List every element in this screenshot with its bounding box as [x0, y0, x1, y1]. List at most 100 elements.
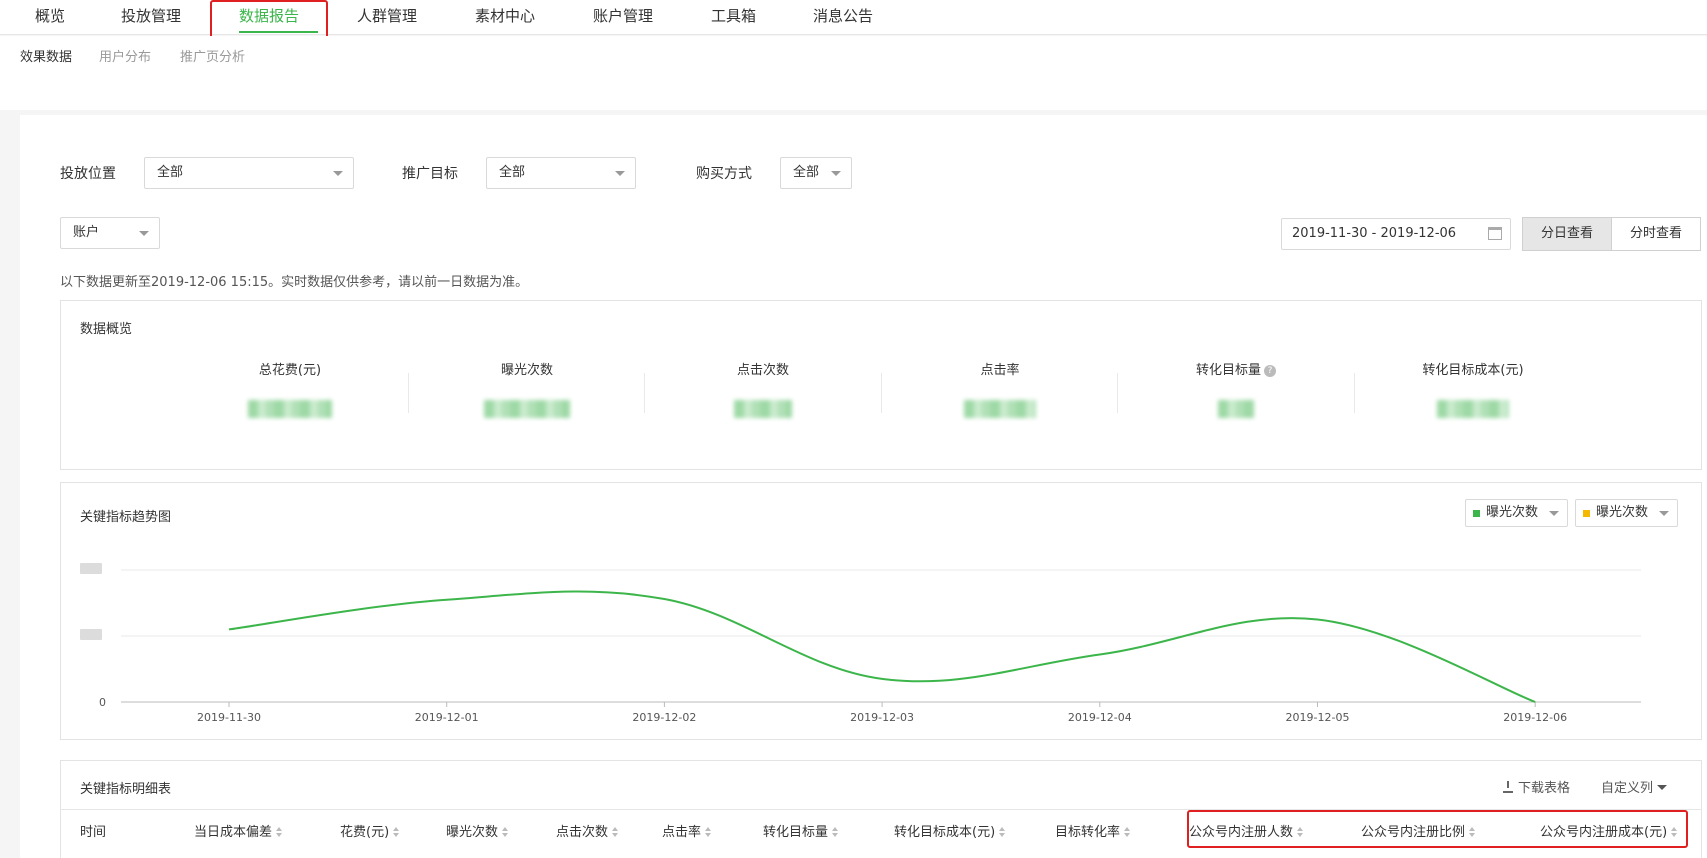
sort-icon[interactable] — [502, 827, 509, 837]
x-axis-ticks: 2019-11-30 2019-12-01 2019-12-02 2019-12-03… — [197, 702, 1567, 724]
metric-value-blurred — [964, 400, 1036, 418]
subnav-user-distribution[interactable]: 用户分布 — [99, 46, 151, 65]
metric-impressions: 曝光次数 — [409, 359, 645, 422]
column-header-cost-deviation[interactable]: 当日成本偏差 — [194, 821, 283, 840]
date-range-value: 2019-11-30 - 2019-12-06 — [1292, 226, 1457, 241]
daily-view-button[interactable]: 分日查看 — [1522, 217, 1612, 251]
x-tick-label: 2019-12-01 — [415, 711, 479, 724]
series-color-swatch — [1473, 510, 1480, 517]
chevron-down-icon — [615, 171, 625, 176]
y-tick-label-blurred — [80, 563, 102, 574]
metric-label-with-help: 转化目标量? — [1118, 359, 1354, 378]
highlight-box-columns — [1187, 810, 1688, 848]
chart-grid — [121, 569, 1641, 703]
column-header-label: 花费(元) — [340, 825, 390, 840]
level-select[interactable]: 账户 — [60, 217, 160, 249]
series-color-swatch — [1583, 510, 1590, 517]
subnav-performance-data[interactable]: 效果数据 — [20, 46, 72, 65]
purchase-select[interactable]: 全部 — [780, 157, 852, 189]
placement-value: 全部 — [157, 165, 184, 180]
overview-title: 数据概览 — [80, 322, 133, 337]
trend-line-chart: 0 2019-11-30 2019-12-01 2019-12-02 2019-12-… — [80, 563, 1641, 724]
column-header-spend[interactable]: 花费(元) — [340, 821, 400, 840]
metric-label: 转化目标量 — [1195, 363, 1261, 378]
y-tick-label: 0 — [99, 696, 106, 709]
nav-toolbox[interactable]: 工具箱 — [711, 5, 756, 26]
series-line — [228, 590, 1536, 703]
metric-select-label: 曝光次数 — [1596, 505, 1649, 520]
sort-icon[interactable] — [612, 827, 619, 837]
trend-title: 关键指标趋势图 — [80, 510, 172, 525]
sub-nav: 效果数据 用户分布 推广页分析 — [0, 36, 1707, 110]
column-header-label: 转化目标成本(元) — [894, 825, 996, 840]
date-range-picker[interactable]: 2019-11-30 - 2019-12-06 — [1281, 218, 1511, 250]
metric-ctr: 点击率 — [882, 359, 1118, 422]
y-tick-label-blurred — [80, 629, 102, 640]
metric-select-secondary[interactable]: 曝光次数 — [1575, 499, 1678, 527]
column-header-impressions[interactable]: 曝光次数 — [446, 821, 509, 840]
x-tick-label: 2019-11-30 — [197, 711, 261, 724]
hourly-view-button[interactable]: 分时查看 — [1611, 217, 1701, 251]
column-header-ctr[interactable]: 点击率 — [662, 821, 712, 840]
metric-value-blurred — [248, 400, 332, 418]
metric-label: 总花费(元) — [258, 363, 322, 378]
highlight-box-nav — [210, 0, 328, 40]
custom-columns-label: 自定义列 — [1601, 781, 1654, 796]
column-header-label: 点击率 — [662, 825, 702, 840]
chevron-down-icon — [1549, 511, 1559, 516]
detail-table-title: 关键指标明细表 — [80, 782, 172, 797]
sort-icon[interactable] — [393, 827, 400, 837]
sort-icon[interactable] — [1124, 827, 1131, 837]
column-header-label: 目标转化率 — [1055, 825, 1121, 840]
sort-icon[interactable] — [832, 827, 839, 837]
x-tick-label: 2019-12-02 — [632, 711, 696, 724]
metric-conversions: 转化目标量? — [1118, 359, 1354, 422]
column-header-conversion-cost[interactable]: 转化目标成本(元) — [894, 821, 1006, 840]
nav-material-center[interactable]: 素材中心 — [475, 5, 535, 26]
download-icon — [1503, 781, 1513, 793]
chevron-down-icon — [831, 171, 841, 176]
sort-icon[interactable] — [705, 827, 712, 837]
sort-icon[interactable] — [276, 827, 283, 837]
chevron-down-icon — [333, 171, 343, 176]
goal-value: 全部 — [499, 165, 526, 180]
metric-value-blurred — [484, 400, 570, 418]
metric-conversion-cost: 转化目标成本(元) — [1355, 359, 1591, 422]
metric-label: 点击率 — [980, 363, 1020, 378]
purchase-value: 全部 — [793, 165, 820, 180]
metric-value-blurred — [1218, 400, 1254, 418]
goal-label: 推广目标 — [402, 166, 458, 182]
calendar-icon — [1488, 227, 1502, 240]
nav-campaign-management[interactable]: 投放管理 — [121, 5, 181, 26]
metric-label: 点击次数 — [736, 363, 789, 378]
metric-label: 曝光次数 — [500, 363, 553, 378]
download-table-button[interactable]: 下载表格 — [1503, 777, 1570, 796]
sort-icon[interactable] — [999, 827, 1006, 837]
subnav-landing-page-analysis[interactable]: 推广页分析 — [180, 46, 245, 65]
column-header-time: 时间 — [80, 825, 107, 840]
column-header-clicks[interactable]: 点击次数 — [556, 821, 619, 840]
column-header-conversions[interactable]: 转化目标量 — [763, 821, 839, 840]
metric-select-primary[interactable]: 曝光次数 — [1465, 499, 1568, 527]
x-tick-label: 2019-12-04 — [1068, 711, 1132, 724]
nav-overview[interactable]: 概览 — [35, 5, 65, 26]
nav-announcements[interactable]: 消息公告 — [813, 5, 873, 26]
column-header-conversion-rate[interactable]: 目标转化率 — [1055, 821, 1131, 840]
metric-value-blurred — [734, 400, 792, 418]
help-icon[interactable]: ? — [1264, 365, 1276, 377]
metric-select-label: 曝光次数 — [1486, 505, 1539, 520]
placement-select[interactable]: 全部 — [144, 157, 354, 189]
download-label: 下载表格 — [1518, 781, 1571, 796]
goal-select[interactable]: 全部 — [486, 157, 636, 189]
chevron-down-icon — [139, 231, 149, 236]
level-value: 账户 — [73, 225, 100, 240]
purchase-label: 购买方式 — [696, 166, 752, 182]
chart-series — [228, 590, 1536, 703]
column-header-label: 曝光次数 — [446, 825, 499, 840]
placement-label: 投放位置 — [60, 166, 116, 182]
nav-audience-management[interactable]: 人群管理 — [357, 5, 417, 26]
y-axis-labels: 0 — [80, 563, 106, 709]
custom-columns-button[interactable]: 自定义列 — [1601, 777, 1668, 796]
nav-account-management[interactable]: 账户管理 — [593, 5, 653, 26]
column-header-label: 转化目标量 — [763, 825, 829, 840]
